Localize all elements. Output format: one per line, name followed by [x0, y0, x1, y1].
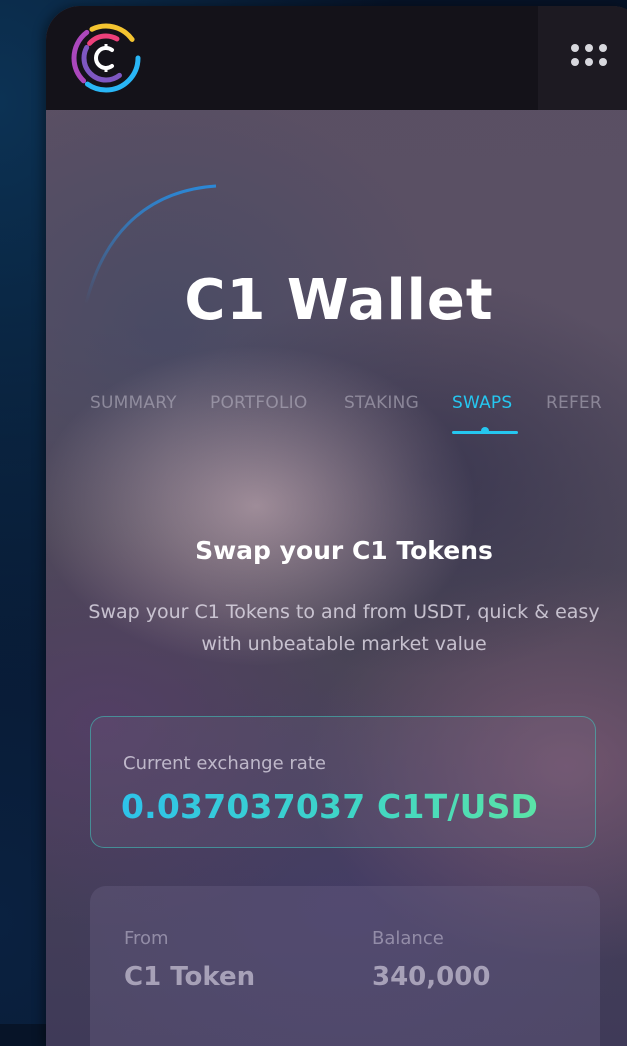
balance-value: 340,000	[372, 962, 491, 992]
tab-portfolio[interactable]: PORTFOLIO	[210, 393, 307, 413]
exchange-rate-value: 0.037037037 C1T/USD	[121, 787, 539, 826]
exchange-rate-label: Current exchange rate	[123, 753, 326, 774]
exchange-rate-card: Current exchange rate 0.037037037 C1T/US…	[90, 716, 596, 848]
active-tab-indicator	[452, 431, 518, 434]
active-tab-caret	[481, 427, 489, 431]
tab-swaps[interactable]: SWAPS	[452, 393, 512, 413]
c1-logo-icon[interactable]	[70, 22, 142, 94]
section-title: Swap your C1 Tokens	[195, 536, 493, 565]
balance-label: Balance	[372, 928, 444, 949]
top-bar	[46, 6, 627, 110]
tab-refer[interactable]: REFER	[546, 393, 602, 413]
grid-dots-icon[interactable]	[571, 44, 613, 74]
from-token-select[interactable]: C1 Token	[124, 962, 255, 992]
nav-tabs: SUMMARY PORTFOLIO STAKING SWAPS REFER	[90, 393, 627, 437]
wallet-app-frame: C1 Wallet SUMMARY PORTFOLIO STAKING SWAP…	[46, 6, 627, 1046]
from-label: From	[124, 928, 169, 949]
page-title: C1 Wallet	[184, 268, 494, 333]
tab-staking[interactable]: STAKING	[344, 393, 419, 413]
tab-summary[interactable]: SUMMARY	[90, 393, 177, 413]
swap-form-card: From C1 Token Balance 340,000	[90, 886, 600, 1046]
section-description: Swap your C1 Tokens to and from USDT, qu…	[88, 601, 600, 655]
